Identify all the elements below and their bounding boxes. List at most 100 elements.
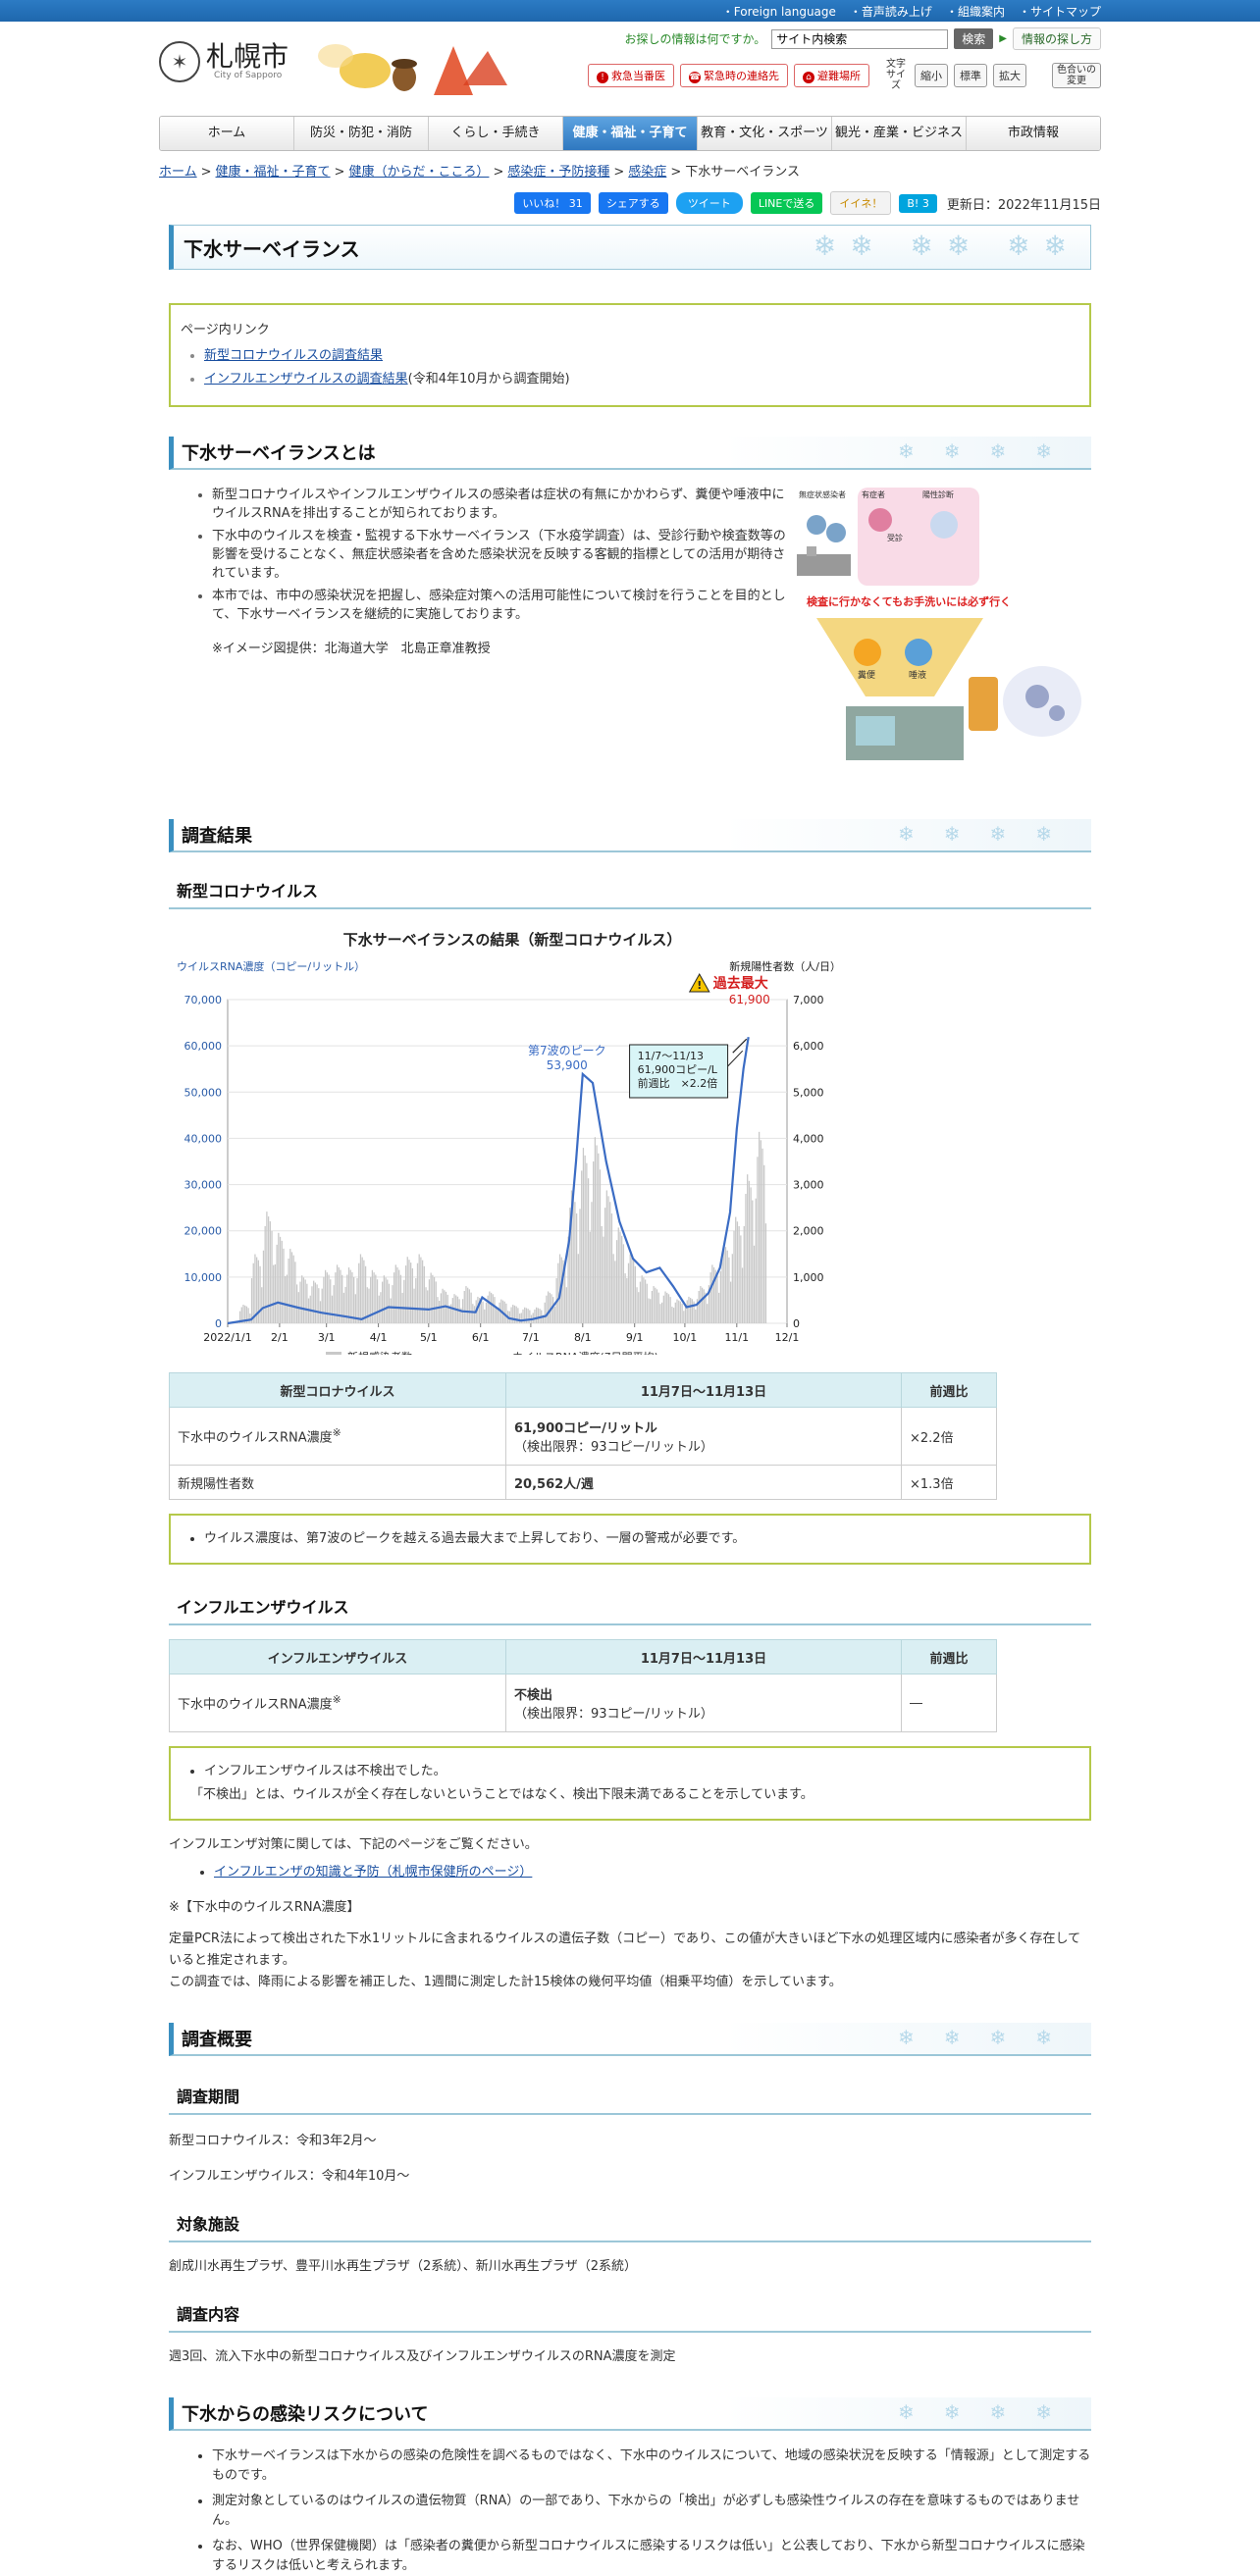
case-bar [413,1288,415,1323]
case-bar [321,1288,323,1323]
case-bar [482,1301,484,1323]
section-heading-results: 調査結果 ❄❄❄❄ [169,819,1091,852]
list-item: なお、WHO（世界保健機関）は「感染者の糞便から新型コロナウイルスに感染するリス… [212,2537,1091,2576]
list-item: インフルエンザウイルスは不検出でした。 [204,1760,1070,1783]
x-tick: 9/1 [626,1331,644,1344]
case-bar [396,1266,398,1323]
subheading-period: 調査期間 [169,2084,1091,2115]
case-bar [278,1232,280,1323]
alert-icon: ! [597,71,608,83]
case-bar [546,1295,548,1323]
nav-education[interactable]: 教育・文化・スポーツ [698,117,832,150]
case-bar [753,1245,756,1323]
nav-disaster[interactable]: 防災・防犯・消防 [294,117,429,150]
case-bar [690,1298,692,1323]
flu-results-link[interactable]: インフルエンザウイルスの調査結果 [204,372,408,386]
tweet-button[interactable]: ツイート [675,192,743,214]
find-info-button[interactable]: 情報の探し方 [1012,27,1101,50]
evacuation-site-button[interactable]: ⌂ 避難場所 [794,63,869,87]
record-label: 過去最大 [712,975,768,992]
illus-banner: 検査に行かなくてもお手洗いには必ず行く [807,594,1011,608]
case-bar [398,1269,400,1323]
case-bar [249,1314,251,1323]
line-send-button[interactable]: LINEで送る [750,192,823,214]
facebook-like-button[interactable]: いいね！ 31 [514,192,591,214]
callout-line: 前週比 ×2.2倍 [638,1076,718,1090]
site-logo[interactable]: ✶ 札幌市 City of Sapporo [159,41,289,82]
case-bar [328,1274,330,1323]
hatena-bookmark-button[interactable]: B! 3 [899,193,937,213]
case-bar [574,1202,576,1323]
breadcrumb-infection-vaccine[interactable]: 感染症・予防接種 [507,165,609,180]
y-right-tick: 6,000 [793,1040,824,1053]
breadcrumb-health[interactable]: 健康・福祉・子育て [216,165,331,180]
list-item: 下水サーベイランスは下水からの感染の危険性を調べるものではなく、下水中のウイルス… [212,2447,1091,2486]
list-item: インフルエンザの知識と予防（札幌市保健所のページ） [214,1862,1091,1883]
emergency-doctor-button[interactable]: ! 救急当番医 [588,63,674,87]
case-bar [594,1137,597,1323]
case-bar [667,1294,670,1323]
case-bar [698,1291,700,1323]
case-bar [394,1264,396,1323]
case-bar [468,1289,471,1323]
search-button[interactable]: 検索 [954,28,994,49]
case-bar [359,1254,362,1323]
case-bar [269,1221,271,1323]
case-bar [683,1311,685,1323]
site-search-input[interactable] [771,28,949,49]
case-bar [741,1267,744,1323]
section-heading-overview: 調査概要 ❄❄❄❄ [169,2023,1091,2056]
x-tick: 3/1 [318,1331,336,1344]
nav-home[interactable]: ホーム [160,117,294,150]
site-header: ✶ 札幌市 City of Sapporo お探しの情報は何ですか。 検索 ▶ … [159,22,1101,108]
voice-reading-link[interactable]: 音声読み上げ [850,3,932,20]
nav-tourism[interactable]: 観光・産業・ビジネス [832,117,967,150]
nav-health[interactable]: 健康・福祉・子育て [563,117,698,150]
emergency-contact-button[interactable]: ☎ 緊急時の連絡先 [680,63,788,87]
font-standard-button[interactable]: 標準 [954,63,987,87]
case-bar [388,1283,391,1323]
covid-results-link[interactable]: 新型コロナウイルスの調査結果 [204,348,383,363]
table-header: 前週比 [901,1372,997,1408]
breadcrumb-infection[interactable]: 感染症 [628,165,666,180]
case-bar [536,1307,538,1323]
case-bar [752,1200,754,1323]
breadcrumb-home[interactable]: ホーム [159,165,197,180]
phone-icon: ☎ [689,71,701,83]
case-bar [430,1272,432,1323]
x-tick: 5/1 [420,1331,438,1344]
search-area: お探しの情報は何ですか。 検索 ▶ 情報の探し方 [625,27,1101,50]
case-bar [513,1305,516,1323]
font-larger-button[interactable]: 拡大 [993,63,1026,87]
case-bar [723,1243,725,1323]
breadcrumb-body-mind[interactable]: 健康（からだ・こころ） [348,165,489,180]
case-bar [579,1209,581,1323]
case-bar [283,1248,285,1323]
case-bar [342,1292,345,1323]
case-bar [404,1265,407,1323]
case-bar [534,1309,536,1323]
section-heading-risk: 下水からの感染リスクについて ❄❄❄❄ [169,2397,1091,2431]
cases-value: 20,562人/週 [514,1476,594,1492]
mixi-like-button[interactable]: イイネ！ [830,191,892,215]
case-bar [758,1131,761,1323]
organization-link[interactable]: 組織案内 [946,3,1005,20]
sitemap-link[interactable]: サイトマップ [1019,3,1101,20]
case-bar [733,1230,735,1323]
flu-knowledge-link[interactable]: インフルエンザの知識と予防（札幌市保健所のページ） [214,1865,532,1880]
nav-city-info[interactable]: 市政情報 [967,117,1100,150]
case-bar [731,1254,733,1323]
case-bar [743,1226,745,1323]
color-change-button[interactable]: 色合いの変更 [1052,62,1101,88]
case-bar [294,1262,296,1323]
foreign-language-link[interactable]: Foreign language [722,3,836,20]
case-bar [463,1291,465,1323]
illus-label: 陽性診断 [922,489,954,499]
case-bar [757,1157,759,1323]
subheading-flu: インフルエンザウイルス [169,1594,1091,1625]
facebook-share-button[interactable]: シェアする [598,192,668,214]
case-bar [701,1287,704,1323]
font-smaller-button[interactable]: 縮小 [915,63,948,87]
nav-living[interactable]: くらし・手続き [429,117,563,150]
list-item: ウイルス濃度は、第7波のピークを越える過去最大まで上昇しており、一層の警戒が必要… [204,1527,1070,1551]
